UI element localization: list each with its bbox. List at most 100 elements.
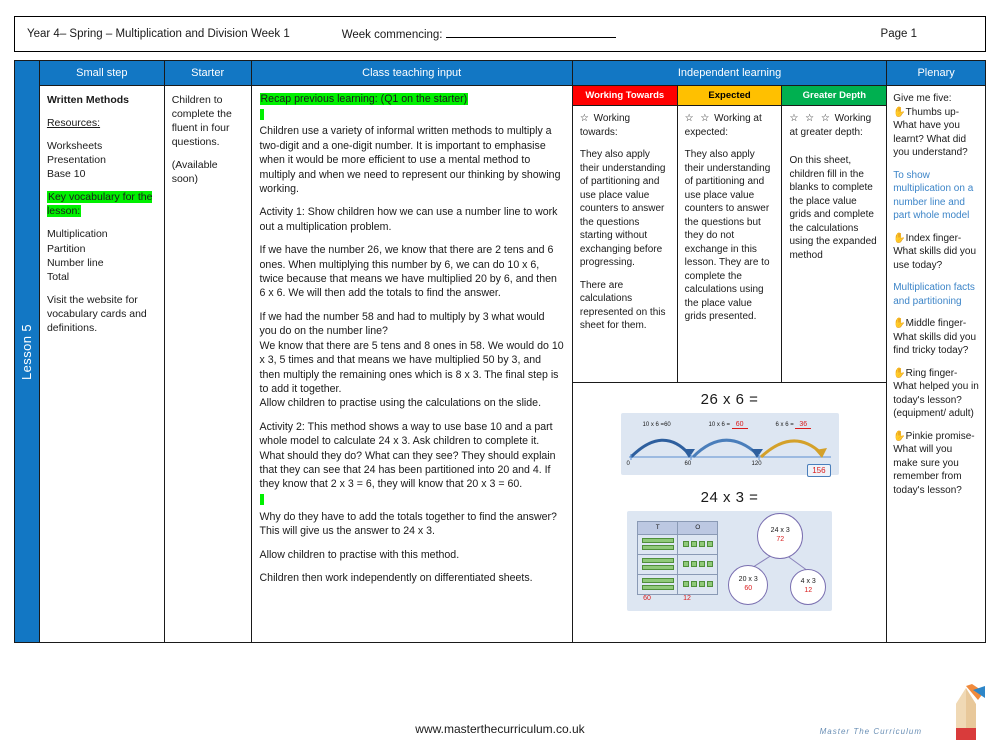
- pv-totals: 60 12: [627, 595, 718, 602]
- place-value-grid-wrap: T O 60 12: [627, 520, 719, 602]
- vocab-item: Partition: [46, 242, 86, 255]
- hand-icon: ✋: [893, 367, 906, 379]
- plenary-item: ✋Middle finger- What skills did you find…: [893, 318, 977, 356]
- numberline-tick: 120: [751, 461, 762, 467]
- diagram-area: 26 x 6 = 10 x 6 =60 10 x 6 = 60 6 x 6 = …: [573, 383, 886, 642]
- group-text: There are calculations represented on th…: [579, 279, 666, 332]
- numberline-answer: 156: [807, 464, 831, 477]
- pv-cell-tens: [637, 553, 679, 575]
- pv-header-ones: O: [677, 520, 719, 535]
- group-text: They also apply their understanding of p…: [684, 149, 771, 322]
- star-rating: ☆ ☆ ☆: [789, 113, 832, 124]
- group-star-line: ☆ Working towards:: [579, 113, 631, 138]
- column-starter: Starter Children to complete the fluent …: [164, 61, 252, 642]
- plenary-item: ✋Index finger- What skills did you use t…: [893, 232, 977, 271]
- numberline-jump-label: 10 x 6 =60: [642, 422, 671, 428]
- pv-cell-tens: [637, 573, 679, 595]
- pv-total-tens: 60: [643, 594, 651, 602]
- teaching-paragraph: Why do they have to add the totals toget…: [259, 510, 557, 538]
- group-header-expected: Expected: [677, 86, 782, 106]
- group-greater-depth: Greater Depth ☆ ☆ ☆ Working at greater d…: [782, 86, 887, 382]
- group-expected: Expected ☆ ☆ Working at expected: They a…: [677, 86, 783, 382]
- column-header-small-step: Small step: [39, 61, 164, 86]
- logo-text: Master The Curriculum: [819, 727, 922, 736]
- numberline-diagram: 10 x 6 =60 10 x 6 = 60 6 x 6 = 36 0 60 1…: [620, 413, 839, 477]
- star-rating: ☆: [579, 113, 591, 124]
- plenary-answer: To show multiplication on a number line …: [893, 169, 974, 222]
- plenary-item: ✋Pinkie promise- What will you make sure…: [893, 430, 975, 496]
- teaching-paragraph: Children then work independently on diff…: [259, 571, 533, 584]
- hand-icon: ✋: [893, 430, 906, 442]
- lesson-plan-table: Lesson 5 Small step Written Methods Reso…: [14, 60, 986, 643]
- green-marker: [259, 109, 564, 121]
- week-commencing-label: Week commencing:: [341, 28, 446, 41]
- pv-cell-ones: [677, 553, 719, 575]
- starter-line-2: (Available soon): [171, 159, 218, 186]
- group-header-working-towards: Working Towards: [572, 86, 677, 106]
- pv-cell-ones: [677, 533, 719, 555]
- plenary-item: ✋Ring finger- What helped you in today's…: [893, 367, 979, 420]
- column-header-independent: Independent learning: [572, 61, 887, 86]
- website-note: Visit the website for vocabulary cards a…: [46, 293, 147, 334]
- lesson-tab-label: Lesson 5: [19, 323, 35, 380]
- header-title: Year 4– Spring – Multiplication and Divi…: [27, 28, 290, 40]
- resource-item: Presentation: [46, 154, 106, 167]
- plenary-intro: Give me five:: [893, 93, 952, 104]
- part-whole-model: 24 x 3 72 20 x 3 60 4 x 3 12: [724, 513, 832, 609]
- resource-item: Worksheets: [46, 140, 103, 153]
- pv-row: [637, 533, 719, 555]
- star-rating: ☆ ☆: [684, 113, 712, 124]
- teaching-paragraph: Activity 1: Show children how we can use…: [259, 206, 558, 233]
- differentiation-groups: Working Towards ☆ Working towards: They …: [572, 86, 887, 383]
- numberline-tick: 0: [626, 461, 630, 467]
- group-body-expected: ☆ ☆ Working at expected: They also apply…: [678, 106, 782, 382]
- small-step-heading: Written Methods: [46, 94, 130, 106]
- plenary-item: ✋Thumbs up- What have you learnt? What d…: [893, 106, 968, 159]
- teaching-paragraph: If we have the number 26, we know that t…: [259, 244, 557, 300]
- column-header-starter: Starter: [164, 61, 251, 86]
- vocab-item: Number line: [46, 256, 104, 269]
- resource-item: Base 10: [46, 168, 86, 181]
- teaching-paragraph: Allow children to practise using the cal…: [259, 397, 542, 410]
- teaching-paragraph: We know that there are 5 tens and 8 ones…: [259, 339, 564, 395]
- group-star-line: ☆ ☆ ☆ Working at greater depth:: [789, 113, 872, 138]
- teaching-paragraph: Activity 2: This method shows a way to u…: [259, 420, 556, 491]
- group-body-greater-depth: ☆ ☆ ☆ Working at greater depth: On this …: [782, 106, 886, 382]
- pw-node-part-right: 4 x 3 12: [790, 569, 827, 605]
- hand-icon: ✋: [893, 318, 906, 329]
- teaching-paragraph: Allow children to practise with this met…: [259, 548, 460, 561]
- key-vocabulary-label: Key vocabulary for the lesson:: [46, 191, 153, 218]
- column-header-plenary: Plenary: [887, 61, 986, 86]
- group-star-line: ☆ ☆ Working at expected:: [684, 113, 762, 138]
- week-commencing: Week commencing:: [342, 28, 616, 41]
- pv-total-ones: 12: [683, 594, 691, 602]
- pv-cell-tens: [637, 533, 679, 555]
- page-header: Year 4– Spring – Multiplication and Divi…: [14, 16, 986, 52]
- resources-label: Resources:: [46, 117, 101, 130]
- column-class-teaching-input: Class teaching input Recap previous lear…: [251, 61, 573, 642]
- partwhole-title: 24 x 3 =: [700, 489, 759, 506]
- column-header-teaching: Class teaching input: [251, 61, 572, 86]
- pv-row: [637, 553, 719, 575]
- hand-icon: ✋: [893, 232, 906, 244]
- small-step-content: Written Methods Resources: Worksheets Pr…: [40, 86, 164, 642]
- group-working-towards: Working Towards ☆ Working towards: They …: [572, 86, 678, 382]
- column-small-step: Small step Written Methods Resources: Wo…: [39, 61, 165, 642]
- green-marker: [259, 493, 564, 505]
- numberline-title: 26 x 6 =: [700, 391, 759, 408]
- hand-icon: ✋: [893, 106, 906, 118]
- teaching-paragraph: If we had the number 58 and had to multi…: [259, 310, 545, 338]
- column-plenary: Plenary Give me five: ✋Thumbs up- What h…: [887, 61, 986, 642]
- plenary-answer: Multiplication facts and partitioning: [893, 282, 975, 307]
- pv-header-tens: T: [637, 520, 679, 535]
- starter-line-1: Children to complete the fluent in four …: [171, 94, 232, 149]
- column-independent-learning: Independent learning Working Towards ☆ W…: [572, 61, 888, 642]
- pv-cell-ones: [677, 573, 719, 595]
- numberline-jump-label: 10 x 6 = 60: [709, 421, 748, 429]
- starter-content: Children to complete the fluent in four …: [165, 86, 251, 642]
- teaching-content: Recap previous learning: (Q1 on the star…: [252, 86, 572, 642]
- numberline-tick: 60: [684, 461, 692, 467]
- group-header-greater-depth: Greater Depth: [782, 86, 887, 106]
- recap-highlight: Recap previous learning: (Q1 on the star…: [259, 93, 469, 105]
- group-body-working-towards: ☆ Working towards: They also apply their…: [573, 106, 677, 382]
